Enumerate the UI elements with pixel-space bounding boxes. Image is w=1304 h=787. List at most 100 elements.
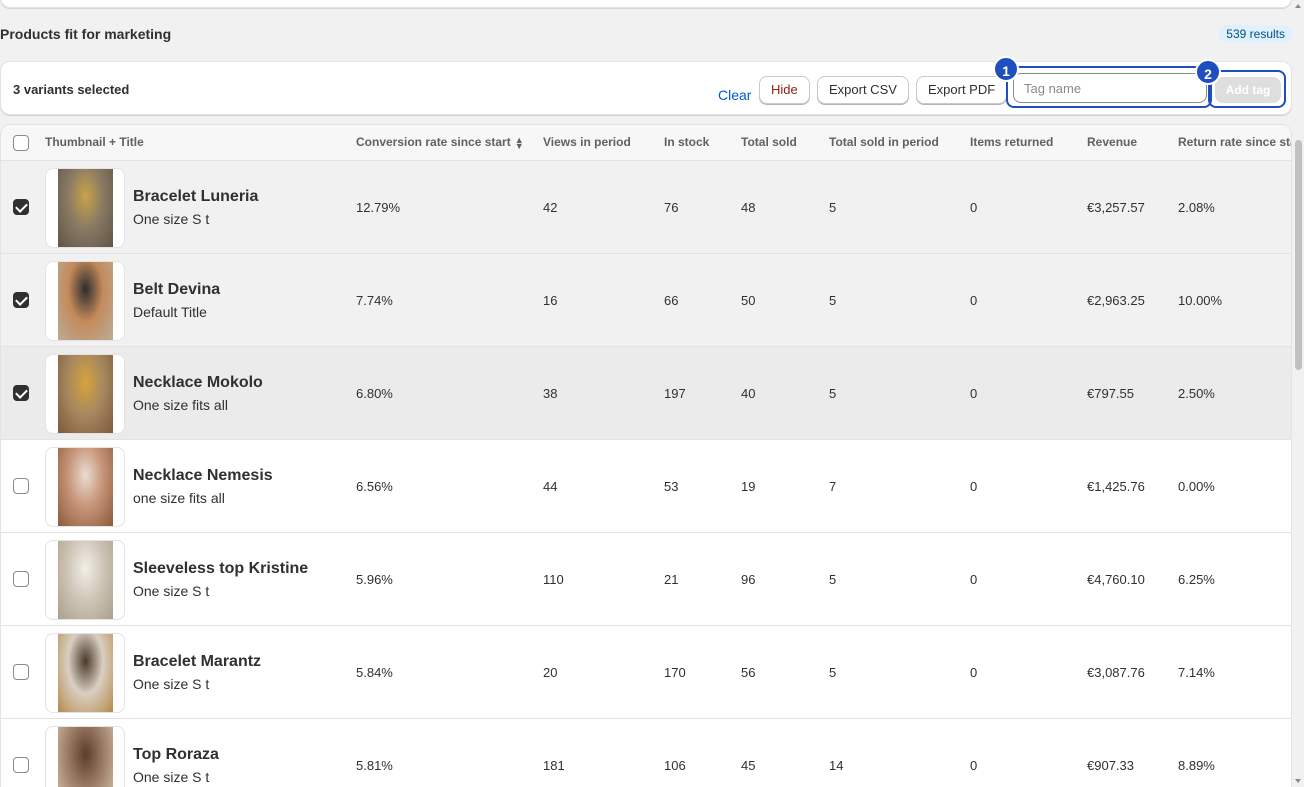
product-thumbnail[interactable] (45, 261, 125, 341)
table-row[interactable]: Necklace Nemesis one size fits all 6.56% 44… (1, 440, 1291, 533)
sort-icon[interactable]: ▲ ▼ (515, 135, 524, 150)
export-csv-button[interactable]: Export CSV (817, 76, 909, 104)
row-checkbox[interactable] (13, 757, 29, 773)
col-items-returned[interactable]: Items returned (970, 135, 1053, 149)
cell-conversion: 5.81% (356, 758, 393, 773)
product-image (58, 634, 113, 712)
table-row[interactable]: Sleeveless top Kristine One size S t 5.96%… (1, 533, 1291, 626)
cell-in-stock: 76 (664, 200, 679, 215)
cell-revenue: €3,257.57 (1087, 200, 1145, 215)
cell-in-stock: 106 (664, 758, 686, 773)
product-title[interactable]: Necklace Nemesis (133, 467, 273, 485)
cell-revenue: €797.55 (1087, 386, 1134, 401)
col-return-rate[interactable]: Return rate since sta (1178, 135, 1291, 149)
cell-sold-period: 7 (829, 479, 837, 494)
hide-button[interactable]: Hide (759, 76, 810, 104)
cell-returned: 0 (970, 572, 978, 587)
table-row[interactable]: Belt Devina Default Title 7.74% 16 66 50 5 0 €2,… (1, 254, 1291, 347)
cell-conversion: 12.79% (356, 200, 401, 215)
col-conversion-rate[interactable]: Conversion rate since start ▲ ▼ (356, 135, 524, 150)
product-image (58, 448, 113, 526)
cell-total-sold: 19 (741, 479, 756, 494)
cell-revenue: €907.33 (1087, 758, 1134, 773)
cell-revenue: €4,760.10 (1087, 572, 1145, 587)
cell-conversion: 5.96% (356, 572, 393, 587)
cell-returned: 0 (970, 665, 978, 680)
page-scrollbar[interactable] (1292, 0, 1304, 787)
col-revenue[interactable]: Revenue (1087, 135, 1137, 149)
previous-card-edge (0, 0, 1292, 8)
cell-sold-period: 5 (829, 386, 837, 401)
product-thumbnail[interactable] (45, 354, 125, 434)
col-thumbnail-title: Thumbnail + Title (45, 135, 144, 149)
cell-views: 38 (543, 386, 558, 401)
col-conversion-rate-label: Conversion rate since start (356, 135, 511, 149)
cell-in-stock: 66 (664, 293, 679, 308)
select-all-checkbox[interactable] (13, 135, 29, 151)
cell-total-sold: 40 (741, 386, 756, 401)
product-variant: One size fits all (133, 397, 228, 413)
step-marker-2: 2 (1195, 59, 1221, 85)
table-row[interactable]: Top Roraza One size S t 5.81% 181 106 45 14 0 €9… (1, 719, 1291, 787)
cell-total-sold: 96 (741, 572, 756, 587)
product-title[interactable]: Belt Devina (133, 281, 220, 299)
cell-returned: 0 (970, 200, 978, 215)
product-image (58, 262, 113, 340)
product-title[interactable]: Top Roraza (133, 746, 219, 764)
tag-name-input[interactable] (1013, 73, 1207, 103)
product-thumbnail[interactable] (45, 540, 125, 620)
row-checkbox[interactable] (13, 478, 29, 494)
product-variant: One size S t (133, 676, 210, 692)
scroll-up-icon[interactable] (1295, 4, 1301, 8)
cell-sold-period: 5 (829, 200, 837, 215)
row-checkbox[interactable] (13, 199, 29, 215)
product-thumbnail[interactable] (45, 726, 125, 787)
products-table: Thumbnail + Title Conversion rate since … (0, 124, 1292, 787)
product-title[interactable]: Bracelet Luneria (133, 188, 258, 206)
cell-returned: 0 (970, 386, 978, 401)
product-variant: Default Title (133, 304, 207, 320)
col-total-sold-period[interactable]: Total sold in period (829, 135, 939, 149)
cell-return-rate: 2.50% (1178, 386, 1215, 401)
cell-conversion: 5.84% (356, 665, 393, 680)
clear-selection-link[interactable]: Clear (718, 87, 751, 103)
cell-revenue: €1,425.76 (1087, 479, 1145, 494)
table-row[interactable]: Necklace Mokolo One size fits all 6.80% 38 1… (1, 347, 1291, 440)
cell-total-sold: 48 (741, 200, 756, 215)
product-image (58, 541, 113, 619)
cell-views: 16 (543, 293, 558, 308)
table-row[interactable]: Bracelet Luneria One size S t 12.79% 42 76 48… (1, 161, 1291, 254)
product-thumbnail[interactable] (45, 447, 125, 527)
cell-in-stock: 170 (664, 665, 686, 680)
cell-return-rate: 7.14% (1178, 665, 1215, 680)
product-title[interactable]: Sleeveless top Kristine (133, 560, 308, 578)
row-checkbox[interactable] (13, 385, 29, 401)
cell-total-sold: 50 (741, 293, 756, 308)
product-title[interactable]: Necklace Mokolo (133, 374, 263, 392)
col-in-stock[interactable]: In stock (664, 135, 709, 149)
cell-in-stock: 21 (664, 572, 679, 587)
col-views[interactable]: Views in period (543, 135, 631, 149)
add-tag-button[interactable]: Add tag (1215, 77, 1281, 103)
results-count-badge: 539 results (1219, 25, 1292, 43)
cell-return-rate: 6.25% (1178, 572, 1215, 587)
table-row[interactable]: Bracelet Marantz One size S t 5.84% 20 170 56… (1, 626, 1291, 719)
cell-sold-period: 5 (829, 572, 837, 587)
col-total-sold[interactable]: Total sold (741, 135, 797, 149)
section-title: Products fit for marketing (0, 26, 172, 42)
export-pdf-button[interactable]: Export PDF (916, 76, 1008, 104)
cell-sold-period: 14 (829, 758, 844, 773)
product-image (58, 727, 113, 787)
cell-conversion: 7.74% (356, 293, 393, 308)
cell-conversion: 6.56% (356, 479, 393, 494)
scroll-down-icon[interactable] (1295, 779, 1301, 783)
row-checkbox[interactable] (13, 292, 29, 308)
row-checkbox[interactable] (13, 664, 29, 680)
scrollbar-thumb[interactable] (1295, 140, 1302, 370)
product-thumbnail[interactable] (45, 168, 125, 248)
product-variant: One size S t (133, 583, 210, 599)
product-variant: One size S t (133, 769, 210, 785)
product-thumbnail[interactable] (45, 633, 125, 713)
row-checkbox[interactable] (13, 571, 29, 587)
product-title[interactable]: Bracelet Marantz (133, 653, 261, 671)
